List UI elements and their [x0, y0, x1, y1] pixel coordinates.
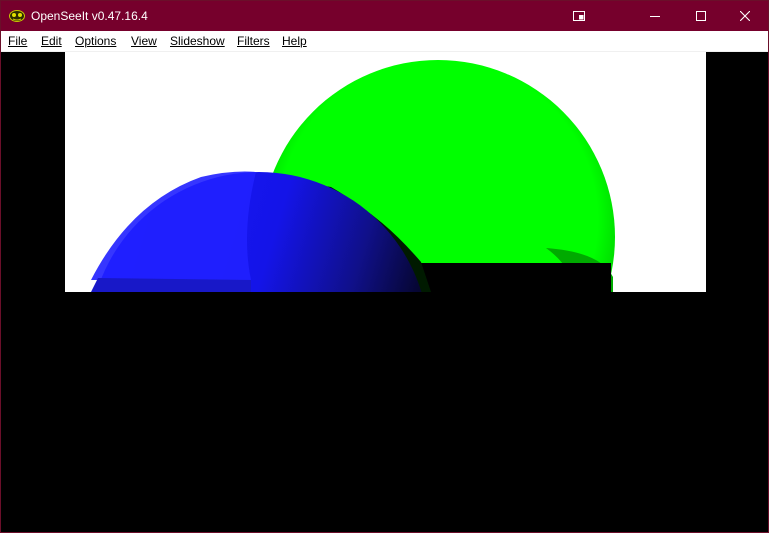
menu-bar: File Edit Options View Slideshow Filters…	[1, 31, 768, 52]
menu-edit[interactable]: Edit	[41, 34, 62, 48]
title-bar[interactable]: OpenSeeIt v0.47.16.4	[1, 1, 768, 31]
image-viewport[interactable]	[1, 52, 768, 532]
menu-options[interactable]: Options	[75, 34, 116, 48]
maximize-icon	[696, 11, 706, 21]
menu-filters[interactable]: Filters	[237, 34, 270, 48]
menu-view[interactable]: View	[131, 34, 157, 48]
close-icon	[740, 11, 750, 21]
displayed-image	[65, 52, 706, 292]
close-button[interactable]	[722, 1, 768, 31]
app-logo-icon	[9, 10, 25, 22]
minimize-icon	[650, 16, 660, 17]
menu-help[interactable]: Help	[282, 34, 307, 48]
maximize-button[interactable]	[678, 1, 724, 31]
app-window: OpenSeeIt v0.47.16.4 File Edit Options V…	[0, 0, 769, 533]
menu-slideshow[interactable]: Slideshow	[170, 34, 225, 48]
menu-file[interactable]: File	[8, 34, 27, 48]
minimize-button[interactable]	[632, 1, 678, 31]
window-snap-icon[interactable]	[573, 10, 585, 22]
window-title: OpenSeeIt v0.47.16.4	[31, 9, 148, 23]
